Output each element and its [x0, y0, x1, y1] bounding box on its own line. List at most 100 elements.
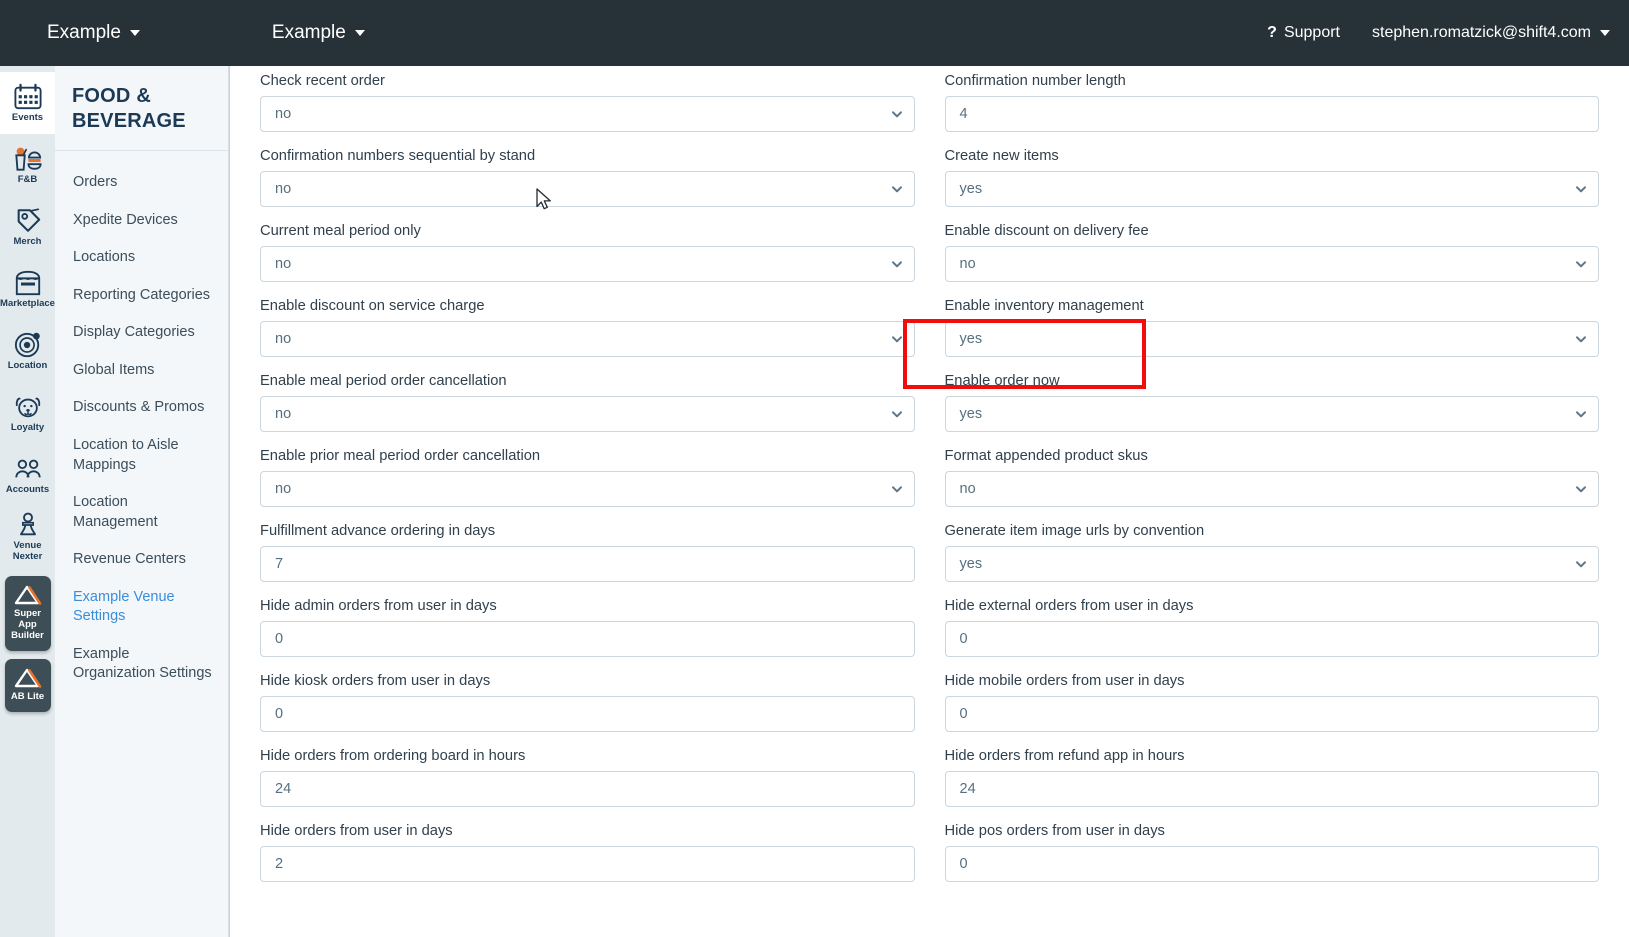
input-hide-orders-from-ordering-board-in-hours[interactable]: 24	[260, 771, 915, 807]
form-field-hide-orders-from-refund-app-in-hours: Hide orders from refund app in hours 24	[944, 748, 1599, 807]
chevron-down-icon	[1575, 183, 1587, 195]
form-field-hide-pos-orders-from-user-in-days: Hide pos orders from user in days 0	[944, 823, 1599, 882]
rail-label-marketplace: Marketplace	[0, 297, 55, 309]
sidebar-item-revenue-centers[interactable]: Revenue Centers	[55, 541, 228, 579]
field-value: 2	[275, 856, 284, 872]
rail-button-ab-lite[interactable]: AB Lite	[4, 658, 51, 712]
venue-switcher-menu[interactable]: Example	[272, 22, 365, 44]
food-beverage-icon	[14, 147, 42, 171]
rail-button-super-app-builder[interactable]: Super App Builder	[4, 576, 51, 651]
storefront-icon	[15, 270, 40, 295]
field-label: Enable order now	[944, 373, 1060, 389]
chevron-down-icon	[1600, 30, 1610, 36]
org-switcher-label: Example	[47, 22, 121, 43]
input-fulfillment-advance-ordering-in-days[interactable]: 7	[260, 546, 915, 582]
rail-item-marketplace[interactable]: Marketplace	[0, 258, 55, 320]
select-enable-discount-on-delivery-fee[interactable]: no	[944, 246, 1599, 282]
select-enable-order-now[interactable]: yes	[944, 396, 1599, 432]
sidebar-item-discounts-promos[interactable]: Discounts & Promos	[55, 389, 228, 427]
rail-item-merch[interactable]: Merch	[0, 196, 55, 258]
settings-form-grid: Check recent order no Confirmation number …	[230, 66, 1629, 898]
price-tag-icon	[17, 208, 40, 232]
support-link[interactable]: ? Support	[1267, 24, 1340, 42]
triangle-logo-icon	[14, 585, 41, 605]
chevron-down-icon	[891, 408, 903, 420]
sidebar-item-xpedite-devices[interactable]: Xpedite Devices	[55, 202, 228, 240]
input-hide-orders-from-refund-app-in-hours[interactable]: 24	[944, 771, 1599, 807]
org-switcher-menu[interactable]: Example	[47, 22, 140, 44]
form-field-fulfillment-advance-ordering-in-days: Fulfillment advance ordering in days 7	[260, 523, 915, 582]
user-account-menu[interactable]: stephen.romatzick@shift4.com	[1372, 24, 1610, 42]
input-confirmation-number-length[interactable]: 4	[944, 96, 1599, 132]
sidebar-item-global-items[interactable]: Global Items	[55, 352, 228, 390]
select-generate-item-image-urls-by-convention[interactable]: yes	[944, 546, 1599, 582]
rail-label-accounts: Accounts	[5, 483, 50, 495]
rail-label-events: Events	[11, 111, 44, 123]
sidebar-item-orders[interactable]: Orders	[55, 164, 228, 202]
select-enable-prior-meal-period-order-cancellation[interactable]: no	[260, 471, 915, 507]
sidebar-item-label: Revenue Centers	[73, 551, 186, 568]
chess-pawn-icon	[19, 512, 36, 536]
rail-item-fb[interactable]: F&B	[0, 134, 55, 196]
chevron-down-icon	[1575, 408, 1587, 420]
sidebar-item-location-management[interactable]: Location Management	[55, 484, 228, 541]
field-value: yes	[959, 181, 983, 197]
select-enable-discount-on-service-charge[interactable]: no	[260, 321, 915, 357]
field-label: Hide orders from user in days	[260, 823, 453, 839]
top-navigation-bar: Example Example ? Support stephen.romatz…	[0, 0, 1629, 66]
rail-item-location[interactable]: Location	[0, 320, 55, 382]
select-enable-inventory-management[interactable]: yes	[944, 321, 1599, 357]
rail-item-loyalty[interactable]: Loyalty	[0, 382, 55, 444]
field-label: Hide orders from ordering board in hours	[260, 748, 526, 764]
form-field-hide-admin-orders-from-user-in-days: Hide admin orders from user in days 0	[260, 598, 915, 657]
select-check-recent-order[interactable]: no	[260, 96, 915, 132]
select-create-new-items[interactable]: yes	[944, 171, 1599, 207]
select-confirmation-numbers-sequential-by-stand[interactable]: no	[260, 171, 915, 207]
input-hide-orders-from-user-in-days[interactable]: 2	[260, 846, 915, 882]
sidebar-item-display-categories[interactable]: Display Categories	[55, 314, 228, 352]
rail-label-loyalty: Loyalty	[10, 421, 45, 433]
input-hide-external-orders-from-user-in-days[interactable]: 0	[944, 621, 1599, 657]
sidebar-item-label: Reporting Categories	[73, 286, 211, 303]
field-value: no	[275, 181, 292, 197]
select-current-meal-period-only[interactable]: no	[260, 246, 915, 282]
rail-label-location: Location	[7, 359, 48, 371]
sidebar-item-location-to-aisle-mappings[interactable]: Location to Aisle Mappings	[55, 427, 228, 484]
top-bar-right-group: ? Support stephen.romatzick@shift4.com	[1267, 24, 1610, 42]
select-enable-meal-period-order-cancellation[interactable]: no	[260, 396, 915, 432]
chevron-down-icon	[354, 30, 365, 36]
sidebar-item-locations[interactable]: Locations	[55, 239, 228, 277]
field-label: Generate item image urls by convention	[944, 523, 1205, 539]
secondary-sidebar: FOOD & BEVERAGE Orders Xpedite Devices Loc…	[55, 66, 229, 937]
field-label: Current meal period only	[260, 223, 421, 239]
chevron-down-icon	[1575, 558, 1587, 570]
sidebar-item-label: Location to Aisle Mappings	[73, 436, 179, 473]
field-value: no	[959, 481, 976, 497]
field-value: 4	[959, 106, 968, 122]
form-field-create-new-items: Create new items yes	[944, 148, 1599, 207]
input-hide-mobile-orders-from-user-in-days[interactable]: 0	[944, 696, 1599, 732]
rail-item-events[interactable]: Events	[0, 72, 55, 134]
input-hide-admin-orders-from-user-in-days[interactable]: 0	[260, 621, 915, 657]
field-value: no	[275, 256, 292, 272]
input-hide-kiosk-orders-from-user-in-days[interactable]: 0	[260, 696, 915, 732]
select-format-appended-product-skus[interactable]: no	[944, 471, 1599, 507]
sidebar-item-label: Global Items	[73, 361, 155, 378]
sidebar-item-label: Discounts & Promos	[73, 399, 205, 416]
rail-item-venue-nexter[interactable]: Venue Nexter	[0, 506, 55, 568]
form-field-hide-orders-from-ordering-board-in-hours: Hide orders from ordering board in hours…	[260, 748, 915, 807]
chevron-down-icon	[129, 30, 140, 36]
field-label: Create new items	[944, 148, 1059, 164]
sidebar-item-example-venue-settings[interactable]: Example Venue Settings	[55, 579, 228, 636]
user-email-label: stephen.romatzick@shift4.com	[1372, 24, 1591, 41]
sidebar-item-label: Display Categories	[73, 324, 195, 341]
sidebar-item-reporting-categories[interactable]: Reporting Categories	[55, 277, 228, 315]
sidebar-item-example-organization-settings[interactable]: Example Organization Settings	[55, 636, 228, 693]
sidebar-item-label: Orders	[73, 174, 118, 190]
rail-item-accounts[interactable]: Accounts	[0, 444, 55, 506]
input-hide-pos-orders-from-user-in-days[interactable]: 0	[944, 846, 1599, 882]
settings-scroll-region[interactable]: Check recent order no Confirmation number …	[230, 66, 1629, 937]
field-label: Confirmation number length	[944, 73, 1126, 89]
field-label: Enable discount on service charge	[260, 298, 485, 314]
triangle-logo-icon	[14, 668, 41, 688]
